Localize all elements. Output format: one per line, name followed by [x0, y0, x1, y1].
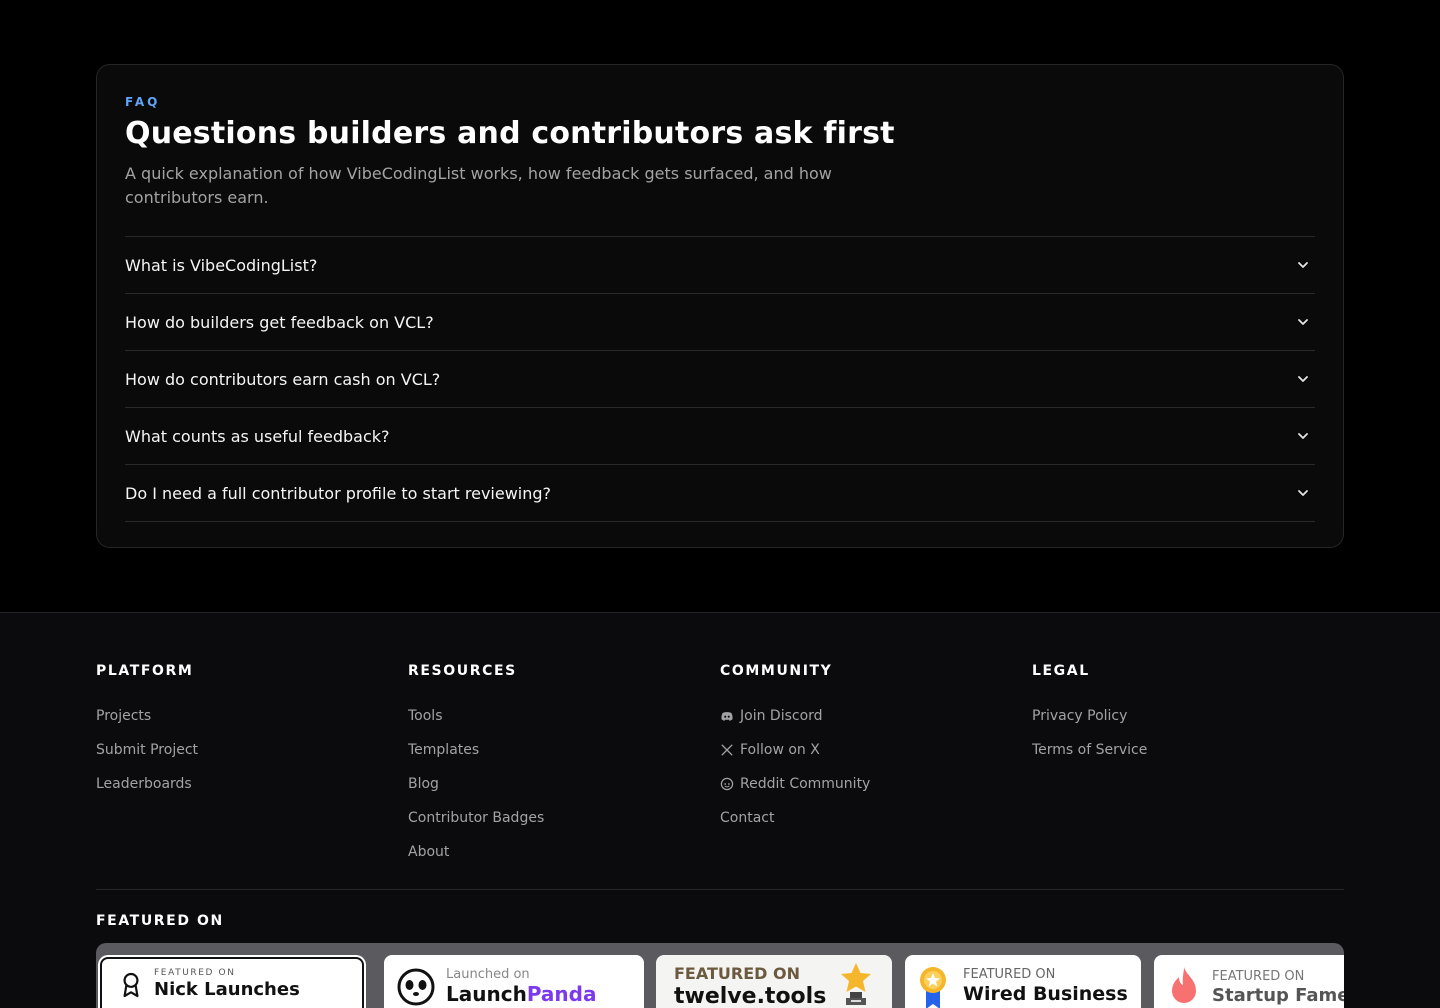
footer-link-tools[interactable]: Tools — [408, 699, 720, 733]
footer-link-blog[interactable]: Blog — [408, 767, 720, 801]
badge-launchpanda[interactable]: Launched on LaunchPanda — [384, 955, 644, 1008]
footer-link-label: Join Discord — [740, 708, 823, 724]
badge-name: Startup Fame — [1212, 985, 1344, 1006]
badge-wired-business[interactable]: FEATURED ON Wired Business — [905, 955, 1141, 1008]
badge-name: twelve.tools — [674, 984, 827, 1008]
chevron-down-icon — [1298, 319, 1308, 325]
discord-icon — [721, 712, 733, 721]
faq-question: How do builders get feedback on VCL? — [125, 312, 434, 332]
star-trophy-icon — [841, 963, 871, 1005]
badge-startup-fame[interactable]: FEATURED ON Startup Fame — [1154, 955, 1344, 1008]
site-footer: PLATFORM Projects Submit Project Leaderb… — [0, 612, 1440, 1008]
footer-divider — [96, 889, 1344, 890]
faq-question: Do I need a full contributor profile to … — [125, 483, 552, 503]
faq-item[interactable]: Do I need a full contributor profile to … — [125, 465, 1315, 522]
footer-link-x[interactable]: Follow on X — [720, 733, 1032, 767]
footer-link-about[interactable]: About — [408, 835, 720, 869]
badge-label: Launched on — [446, 967, 530, 982]
faq-card: FAQ Questions builders and contributors … — [96, 64, 1344, 548]
faq-item[interactable]: What counts as useful feedback? — [125, 408, 1315, 465]
footer-link-label: Follow on X — [740, 742, 820, 758]
badge-name: Nick Launches — [154, 979, 300, 1000]
badge-name: Wired Business — [963, 983, 1128, 1005]
footer-link-projects[interactable]: Projects — [96, 699, 408, 733]
badge-nick-launches[interactable]: FEATURED ON Nick Launches — [100, 957, 364, 1008]
faq-item[interactable]: How do builders get feedback on VCL? — [125, 294, 1315, 351]
footer-column-resources: RESOURCES Tools Templates Blog Contribut… — [408, 663, 720, 869]
faq-question: What counts as useful feedback? — [125, 426, 390, 446]
featured-on-heading: FEATURED ON — [96, 913, 224, 929]
footer-link-contributor-badges[interactable]: Contributor Badges — [408, 801, 720, 835]
faq-question: How do contributors earn cash on VCL? — [125, 369, 441, 389]
footer-link-templates[interactable]: Templates — [408, 733, 720, 767]
badge-label: FEATURED ON — [674, 964, 800, 983]
badge-name-part-accent: Panda — [526, 982, 597, 1006]
chevron-down-icon — [1298, 262, 1308, 268]
footer-column-legal: LEGAL Privacy Policy Terms of Service — [1032, 663, 1344, 869]
faq-eyebrow: FAQ — [125, 95, 161, 109]
ribbon-award-icon — [123, 972, 139, 998]
footer-heading: COMMUNITY — [720, 663, 833, 679]
footer-heading: RESOURCES — [408, 663, 517, 679]
footer-columns: PLATFORM Projects Submit Project Leaderb… — [96, 663, 1344, 869]
flame-icon — [1172, 967, 1196, 1003]
faq-list: What is VibeCodingList? How do builders … — [125, 236, 1315, 522]
footer-link-privacy-policy[interactable]: Privacy Policy — [1032, 699, 1344, 733]
faq-question: What is VibeCodingList? — [125, 255, 318, 275]
faq-item[interactable]: What is VibeCodingList? — [125, 237, 1315, 294]
footer-column-platform: PLATFORM Projects Submit Project Leaderb… — [96, 663, 408, 869]
panda-icon — [397, 968, 435, 1006]
badge-label: FEATURED ON — [154, 968, 236, 978]
faq-subtitle: A quick explanation of how VibeCodingLis… — [125, 164, 832, 207]
badge-label: FEATURED ON — [963, 967, 1056, 982]
badge-label: FEATURED ON — [1212, 969, 1305, 984]
badge-name-part: Launch — [446, 982, 527, 1006]
footer-heading: LEGAL — [1032, 663, 1090, 679]
footer-link-leaderboards[interactable]: Leaderboards — [96, 767, 408, 801]
footer-link-submit-project[interactable]: Submit Project — [96, 733, 408, 767]
footer-link-contact[interactable]: Contact — [720, 801, 1032, 835]
featured-badges-strip: FEATURED ON Nick Launches Launched on La… — [96, 943, 1344, 1008]
chevron-down-icon — [1298, 376, 1308, 382]
footer-link-discord[interactable]: Join Discord — [720, 699, 1032, 733]
x-icon — [721, 744, 733, 756]
footer-link-label: Reddit Community — [740, 776, 871, 792]
badge-name: LaunchPanda — [446, 982, 596, 1006]
chevron-down-icon — [1298, 490, 1308, 496]
medal-icon — [920, 967, 946, 1008]
faq-title: Questions builders and contributors ask … — [125, 116, 895, 151]
reddit-icon — [720, 777, 734, 791]
footer-heading: PLATFORM — [96, 663, 194, 679]
footer-link-terms-of-service[interactable]: Terms of Service — [1032, 733, 1344, 767]
badge-twelve-tools[interactable]: FEATURED ON twelve.tools — [656, 955, 892, 1008]
chevron-down-icon — [1298, 433, 1308, 439]
footer-column-community: COMMUNITY Join Discord Follow on X Reddi… — [720, 663, 1032, 869]
footer-link-reddit[interactable]: Reddit Community — [720, 767, 1032, 801]
faq-item[interactable]: How do contributors earn cash on VCL? — [125, 351, 1315, 408]
